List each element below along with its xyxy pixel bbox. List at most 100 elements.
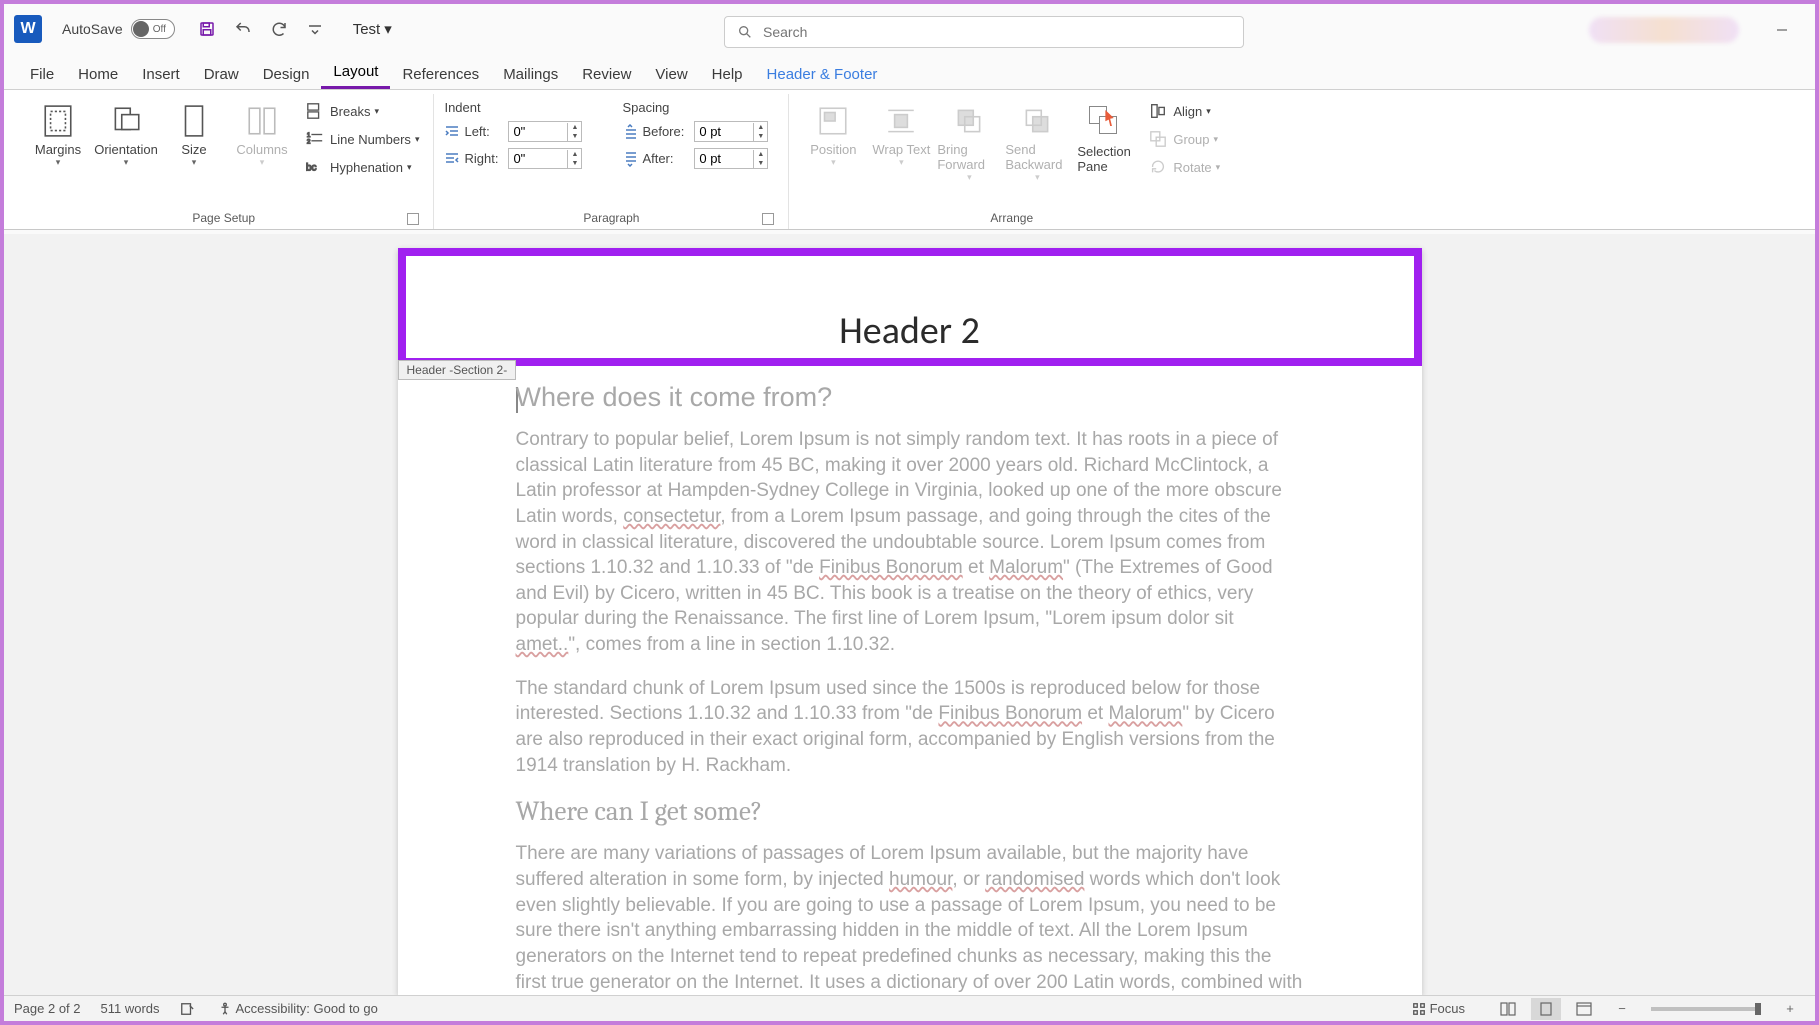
spinner-up[interactable]: ▲ xyxy=(754,150,767,159)
send-backward-button[interactable]: Send Backward▾ xyxy=(1003,100,1071,187)
spinner-down[interactable]: ▼ xyxy=(568,159,581,168)
group-page-setup: Margins▾ Orientation▾ Size▾ Columns▾ Bre… xyxy=(14,94,434,229)
line-numbers-button[interactable]: 12 Line Numbers▾ xyxy=(302,128,423,150)
group-arrange: Position▾ Wrap Text▾ Bring Forward▾ Send… xyxy=(789,94,1234,229)
wrap-text-icon xyxy=(884,104,918,138)
print-layout-button[interactable] xyxy=(1531,998,1561,1020)
document-name[interactable]: Test▾ xyxy=(353,20,392,38)
read-mode-button[interactable] xyxy=(1493,998,1523,1020)
tab-home[interactable]: Home xyxy=(66,60,130,89)
tab-draw[interactable]: Draw xyxy=(192,60,251,89)
redo-button[interactable] xyxy=(263,13,295,45)
focus-icon xyxy=(1412,1002,1426,1016)
tab-insert[interactable]: Insert xyxy=(130,60,192,89)
header-section-tag: Header -Section 2- xyxy=(398,360,517,380)
page-setup-dialog-launcher[interactable] xyxy=(407,213,419,225)
zoom-in-button[interactable]: + xyxy=(1775,998,1805,1020)
zoom-out-button[interactable]: − xyxy=(1607,998,1637,1020)
breaks-icon xyxy=(306,102,324,120)
columns-button[interactable]: Columns▾ xyxy=(228,100,296,172)
spinner-up[interactable]: ▲ xyxy=(568,150,581,159)
rotate-icon xyxy=(1149,158,1167,176)
document-workspace[interactable]: Header 2 Header -Section 2- Where does i… xyxy=(4,234,1815,995)
focus-mode-button[interactable]: Focus xyxy=(1412,1001,1465,1016)
minimize-button[interactable] xyxy=(1759,14,1805,46)
tab-references[interactable]: References xyxy=(390,60,491,89)
search-icon xyxy=(737,24,753,40)
line-numbers-icon: 12 xyxy=(306,130,324,148)
tab-header-footer[interactable]: Header & Footer xyxy=(755,60,890,89)
indent-header: Indent xyxy=(444,100,592,115)
spinner-down[interactable]: ▼ xyxy=(754,159,767,168)
tab-help[interactable]: Help xyxy=(700,60,755,89)
status-accessibility[interactable]: Accessibility: Good to go xyxy=(218,1001,378,1016)
group-button[interactable]: Group▾ xyxy=(1145,128,1224,150)
document-page[interactable]: Header 2 Header -Section 2- Where does i… xyxy=(398,248,1422,995)
size-button[interactable]: Size▾ xyxy=(160,100,228,172)
tab-layout[interactable]: Layout xyxy=(321,57,390,89)
tab-view[interactable]: View xyxy=(643,60,699,89)
breaks-button[interactable]: Breaks▾ xyxy=(302,100,423,122)
spacing-after-input[interactable]: ▲▼ xyxy=(694,148,768,169)
undo-button[interactable] xyxy=(227,13,259,45)
status-bar: Page 2 of 2 511 words Accessibility: Goo… xyxy=(4,995,1815,1021)
spacing-before-label: Before: xyxy=(622,124,684,140)
header-highlight xyxy=(398,248,1422,366)
search-box[interactable] xyxy=(724,16,1244,48)
accessibility-icon xyxy=(218,1002,232,1016)
status-proofing[interactable] xyxy=(180,1002,198,1016)
orientation-button[interactable]: Orientation▾ xyxy=(92,100,160,172)
spacing-before-input[interactable]: ▲▼ xyxy=(694,121,768,142)
tab-file[interactable]: File xyxy=(18,60,66,89)
paragraph-dialog-launcher[interactable] xyxy=(762,213,774,225)
selection-pane-button[interactable]: Selection Pane xyxy=(1071,100,1139,178)
customize-qat-button[interactable] xyxy=(299,13,331,45)
rotate-button[interactable]: Rotate▾ xyxy=(1145,156,1224,178)
ribbon: Margins▾ Orientation▾ Size▾ Columns▾ Bre… xyxy=(4,90,1815,230)
indent-right-input[interactable]: ▲▼ xyxy=(508,148,582,169)
spacing-after-label: After: xyxy=(622,151,684,167)
spinner-down[interactable]: ▼ xyxy=(754,132,767,141)
indent-right-label: Right: xyxy=(444,151,498,167)
indent-left-input[interactable]: ▲▼ xyxy=(508,121,582,142)
zoom-slider[interactable] xyxy=(1651,1007,1761,1011)
spinner-up[interactable]: ▲ xyxy=(754,123,767,132)
tab-mailings[interactable]: Mailings xyxy=(491,60,570,89)
status-word-count[interactable]: 511 words xyxy=(101,1001,160,1016)
send-backward-icon xyxy=(1020,104,1054,138)
bring-forward-icon xyxy=(952,104,986,138)
margins-button[interactable]: Margins▾ xyxy=(24,100,92,172)
spinner-down[interactable]: ▼ xyxy=(568,132,581,141)
tab-review[interactable]: Review xyxy=(570,60,643,89)
position-button[interactable]: Position▾ xyxy=(799,100,867,172)
heading-where-from: Where does it come from? xyxy=(516,382,1304,413)
svg-text:2: 2 xyxy=(307,139,311,146)
indent-left-icon xyxy=(444,124,460,140)
align-button[interactable]: Align▾ xyxy=(1145,100,1224,122)
ribbon-tabs: File Home Insert Draw Design Layout Refe… xyxy=(4,54,1815,90)
user-profile[interactable] xyxy=(1589,17,1739,43)
bring-forward-button[interactable]: Bring Forward▾ xyxy=(935,100,1003,187)
wrap-text-button[interactable]: Wrap Text▾ xyxy=(867,100,935,172)
margins-icon xyxy=(41,104,75,138)
position-icon xyxy=(816,104,850,138)
spacing-header: Spacing xyxy=(622,100,778,115)
status-page[interactable]: Page 2 of 2 xyxy=(14,1001,81,1016)
group-label-paragraph: Paragraph xyxy=(583,211,639,225)
save-button[interactable] xyxy=(191,13,223,45)
indent-left-label: Left: xyxy=(444,124,498,140)
proofing-icon xyxy=(180,1002,194,1016)
autosave-label: AutoSave xyxy=(62,21,123,37)
hyphenation-button[interactable]: bc Hyphenation▾ xyxy=(302,156,423,178)
spinner-up[interactable]: ▲ xyxy=(568,123,581,132)
heading-where-get: Where can I get some? xyxy=(516,796,1304,827)
web-layout-button[interactable] xyxy=(1569,998,1599,1020)
tab-design[interactable]: Design xyxy=(251,60,322,89)
search-input[interactable] xyxy=(763,24,1231,40)
orientation-icon xyxy=(109,104,143,138)
size-icon xyxy=(177,104,211,138)
autosave-toggle[interactable]: Off xyxy=(131,19,175,39)
group-icon xyxy=(1149,130,1167,148)
hyphenation-icon: bc xyxy=(306,158,324,176)
indent-right-icon xyxy=(444,151,460,167)
